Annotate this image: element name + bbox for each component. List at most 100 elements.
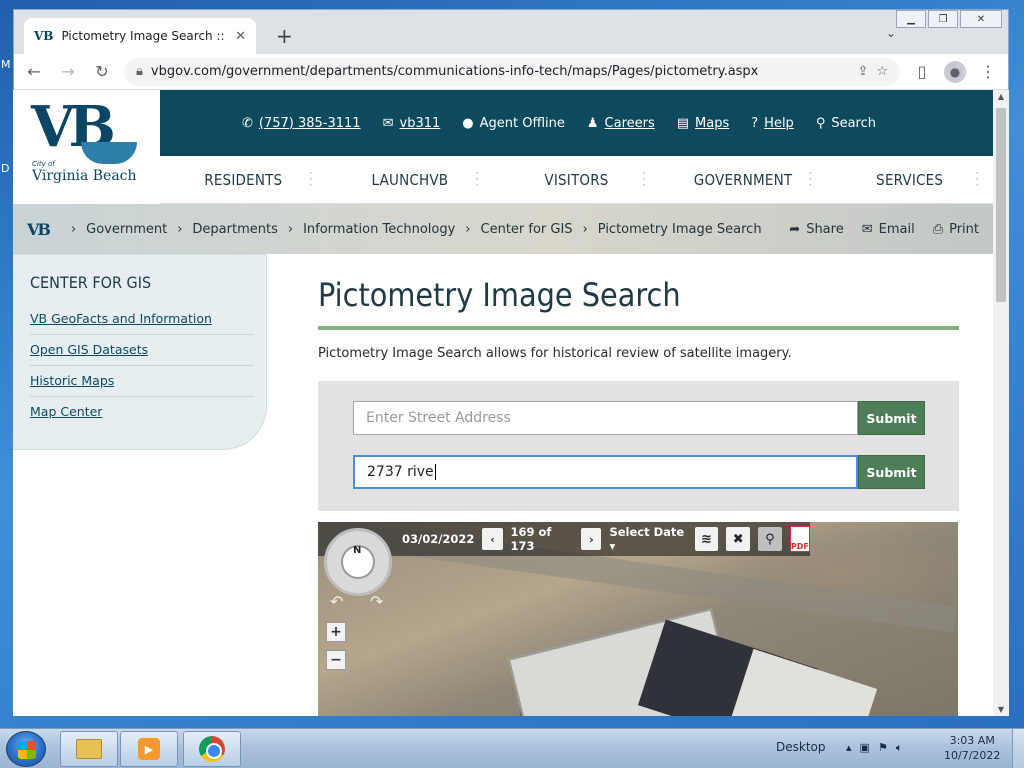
new-tab-icon[interactable]: + bbox=[276, 24, 293, 48]
previous-image-button[interactable]: ‹ bbox=[482, 528, 503, 550]
utility-envelope[interactable]: ✉ vb311 bbox=[383, 116, 441, 131]
breadcrumb-home-logo[interactable]: VB bbox=[27, 220, 51, 239]
phone-icon: ✆ bbox=[242, 115, 253, 131]
nav-dots-icon[interactable]: · · · bbox=[809, 167, 813, 191]
scroll-up-icon[interactable]: ▲ bbox=[993, 92, 1009, 101]
site-logo[interactable]: VB City of Virginia Beach bbox=[13, 90, 160, 204]
tools-icon[interactable]: ✖ bbox=[726, 527, 751, 551]
sidebar-link[interactable]: Open GIS Datasets bbox=[30, 335, 254, 366]
page-scrollbar[interactable]: ▲ ▼ bbox=[993, 90, 1009, 716]
layers-icon[interactable]: ≋ bbox=[694, 527, 719, 551]
nav-dots-icon[interactable]: · · · bbox=[476, 167, 480, 191]
zoom-out-button[interactable]: − bbox=[326, 650, 346, 670]
submit-button[interactable]: Submit bbox=[858, 401, 925, 435]
wave-icon bbox=[81, 142, 137, 164]
scroll-down-icon[interactable]: ▼ bbox=[993, 705, 1009, 714]
system-clock[interactable]: 3:03 AM 10/7/2022 bbox=[944, 733, 1000, 763]
select-date-dropdown[interactable]: Select Date ▾ bbox=[609, 525, 686, 553]
select-date-label: Select Date bbox=[609, 525, 685, 539]
breadcrumb-items: › Government › Departments › Information Tech… bbox=[61, 222, 762, 237]
sidebar-link[interactable]: Historic Maps bbox=[30, 366, 254, 397]
nav-item-services[interactable]: SERVICES · · · bbox=[826, 156, 993, 203]
system-tray: ▴ ▣ ⚑ 🔈︎ bbox=[846, 741, 902, 755]
street-address-input[interactable]: Enter Street Address bbox=[353, 401, 858, 435]
sidebar: CENTER FOR GIS VB GeoFacts and Informati… bbox=[13, 254, 267, 450]
window-close-button[interactable]: ✕ bbox=[960, 10, 1002, 28]
pdf-export-icon[interactable]: PDF bbox=[789, 526, 810, 552]
utility-label: Careers bbox=[604, 115, 655, 131]
nav-dots-icon[interactable]: · · · bbox=[642, 167, 646, 191]
network-icon[interactable]: ▣ bbox=[860, 741, 870, 755]
side-panel-icon[interactable]: ▯ bbox=[910, 62, 934, 81]
nav-item-visitors[interactable]: VISITORS · · · bbox=[493, 156, 660, 203]
bookmark-star-icon[interactable]: ☆ bbox=[876, 64, 888, 79]
page-title: Pictometry Image Search bbox=[318, 276, 959, 330]
desktop-icon-label[interactable]: M bbox=[1, 58, 11, 71]
action-center-flag-icon[interactable]: ⚑ bbox=[878, 741, 888, 755]
utility-help[interactable]: ? Help bbox=[751, 116, 794, 131]
maximize-button[interactable]: ❐ bbox=[928, 10, 958, 28]
user-plus-icon: ♟ bbox=[586, 115, 599, 131]
address-autocomplete-input[interactable]: 2737 rive bbox=[353, 455, 858, 489]
email-label: Email bbox=[878, 221, 915, 237]
breadcrumb-item[interactable]: Center for GIS bbox=[481, 222, 573, 237]
taskbar-media-player[interactable]: ▶ bbox=[120, 731, 178, 767]
utility-phone[interactable]: ✆ (757) 385-3111 bbox=[242, 116, 361, 131]
close-icon[interactable]: ✕ bbox=[235, 29, 246, 44]
back-arrow-icon[interactable]: ← bbox=[22, 62, 46, 81]
share-icon[interactable]: ⇪ bbox=[857, 64, 868, 79]
nav-item-launchvb[interactable]: LAUNCHVB · · · bbox=[327, 156, 494, 203]
pin-icon[interactable]: ⚲ bbox=[758, 527, 782, 551]
nav-dots-icon[interactable]: · · · bbox=[309, 167, 313, 191]
utility-label: Agent Offline bbox=[479, 115, 565, 131]
chevron-right-icon: › bbox=[287, 221, 294, 237]
scrollbar-thumb[interactable] bbox=[996, 108, 1006, 302]
lock-icon[interactable]: 🔒︎ bbox=[136, 64, 143, 79]
reload-icon[interactable]: ↻ bbox=[90, 62, 114, 81]
address-bar[interactable]: 🔒︎ vbgov.com/government/departments/comm… bbox=[124, 57, 900, 86]
menu-kebab-icon[interactable]: ⋮ bbox=[976, 62, 1000, 81]
breadcrumb-item[interactable]: Information Technology bbox=[303, 222, 455, 237]
print-button[interactable]: ⎙ Print bbox=[933, 222, 979, 237]
zoom-in-button[interactable]: + bbox=[326, 622, 346, 642]
tray-expand-icon[interactable]: ▴ bbox=[846, 741, 852, 755]
sidebar-link[interactable]: Map Center bbox=[30, 397, 254, 427]
breadcrumb-item[interactable]: Departments bbox=[192, 222, 277, 237]
taskbar-explorer[interactable] bbox=[60, 731, 118, 767]
nav-item-government[interactable]: GOVERNMENT · · · bbox=[660, 156, 827, 203]
image-counter: 169 of 173 bbox=[510, 525, 552, 553]
volume-icon[interactable]: 🔈︎ bbox=[896, 741, 903, 755]
utility-label: Search bbox=[831, 115, 877, 131]
pictometry-map[interactable]: 03/02/2022 ‹ 169 of 173 › Select Date ▾ … bbox=[318, 522, 958, 716]
utility-chat[interactable]: ● Agent Offline bbox=[462, 116, 565, 131]
search-icon: ⚲ bbox=[815, 115, 826, 131]
rotate-left-icon[interactable]: ↶ bbox=[330, 592, 343, 611]
forward-arrow-icon[interactable]: → bbox=[56, 62, 80, 81]
utility-user-plus[interactable]: ♟ Careers bbox=[587, 116, 655, 131]
show-desktop-button[interactable] bbox=[1012, 729, 1024, 768]
desktop-toolbar-label[interactable]: Desktop bbox=[776, 740, 826, 754]
compass-control[interactable]: N bbox=[324, 528, 392, 596]
nav-item-label: LAUNCHVB bbox=[371, 170, 449, 189]
sidebar-link[interactable]: VB GeoFacts and Information bbox=[30, 304, 254, 335]
utility-map[interactable]: ▤ Maps bbox=[677, 116, 730, 131]
taskbar-chrome[interactable] bbox=[183, 731, 241, 767]
submit-button-2[interactable]: Submit bbox=[858, 455, 925, 489]
nav-dots-icon[interactable]: · · · bbox=[975, 167, 979, 191]
desktop-icon-label[interactable]: D bbox=[1, 162, 9, 175]
folder-icon bbox=[76, 739, 102, 759]
share-button[interactable]: ➦ Share bbox=[789, 222, 843, 237]
start-button[interactable] bbox=[6, 731, 46, 767]
email-button[interactable]: ✉ Email bbox=[862, 222, 915, 237]
browser-tab[interactable]: VB Pictometry Image Search :: VBgov ✕ bbox=[24, 18, 256, 54]
utility-search[interactable]: ⚲ Search bbox=[816, 116, 876, 131]
nav-item-residents[interactable]: RESIDENTS · · · bbox=[160, 156, 327, 203]
next-image-button[interactable]: › bbox=[581, 528, 602, 550]
tab-search-chevron-icon[interactable]: ⌄ bbox=[886, 26, 896, 40]
rotate-right-icon[interactable]: ↷ bbox=[370, 592, 383, 611]
url-text[interactable]: vbgov.com/government/departments/communi… bbox=[151, 64, 850, 79]
share-arrow-icon: ➦ bbox=[789, 221, 801, 237]
profile-avatar-icon[interactable]: ● bbox=[944, 60, 966, 83]
breadcrumb-item[interactable]: Government bbox=[86, 222, 167, 237]
minimize-button[interactable]: ▁ bbox=[896, 10, 926, 28]
